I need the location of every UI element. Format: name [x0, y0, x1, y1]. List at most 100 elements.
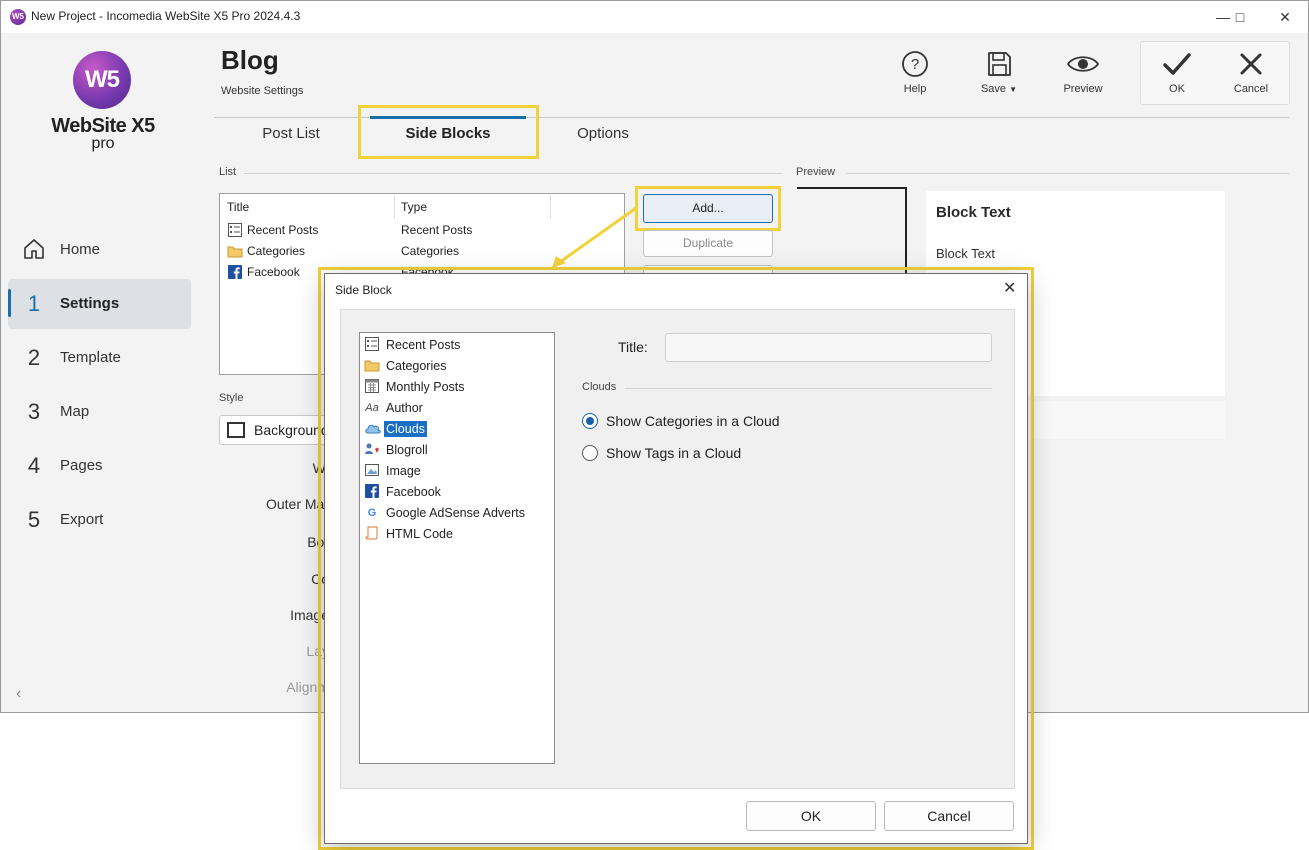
folder-icon — [364, 358, 380, 374]
close-window-button[interactable]: ✕ — [1262, 1, 1308, 33]
preview-section-label: Preview — [796, 166, 836, 178]
list-item-label: Blogroll — [386, 443, 428, 457]
show-categories-label[interactable]: Show Categories in a Cloud — [606, 413, 780, 429]
list-section-label: List — [219, 166, 237, 178]
blogroll-icon — [364, 442, 380, 458]
dialog-cancel-button[interactable]: Cancel — [884, 801, 1014, 831]
logo-edition: pro — [91, 135, 115, 152]
title-input[interactable] — [665, 333, 992, 362]
row-type: Categories — [401, 244, 460, 258]
cancel-x-icon — [1240, 53, 1262, 75]
image-icon — [364, 463, 380, 479]
list-item[interactable]: Recent Posts — [364, 337, 462, 357]
row-type: Recent Posts — [401, 223, 473, 237]
page-title: Blog — [221, 45, 279, 75]
nav-item-map[interactable]: 3 Map — [8, 387, 191, 437]
eye-icon — [1066, 56, 1100, 72]
help-button[interactable]: ? Help — [880, 47, 950, 95]
tab-post-list[interactable]: Post List — [241, 125, 341, 142]
home-icon — [24, 239, 44, 259]
side-block-dialog: Side Block ✕ Recent Posts Categories Mon… — [324, 273, 1028, 844]
nav-label-pages: Pages — [60, 457, 103, 474]
row-title: Categories — [247, 244, 306, 258]
preview-button[interactable]: Preview — [1048, 47, 1118, 95]
list-item-label: Recent Posts — [386, 338, 461, 352]
nav-number: 3 — [27, 399, 41, 424]
clouds-section-label: Clouds — [582, 381, 617, 393]
add-button-callout — [635, 186, 781, 231]
save-label: Save — [980, 83, 1007, 95]
list-item-label: Categories — [386, 359, 447, 373]
nav-item-export[interactable]: 5 Export — [8, 495, 191, 545]
list-item[interactable]: Categories — [364, 358, 448, 378]
block-type-list[interactable]: Recent Posts Categories Monthly Posts Aa… — [359, 332, 555, 764]
section-divider — [244, 173, 782, 174]
list-item-label: Image — [386, 464, 421, 478]
show-tags-label[interactable]: Show Tags in a Cloud — [606, 445, 741, 461]
dialog-close-icon[interactable]: ✕ — [1003, 278, 1016, 298]
nav-label-home: Home — [60, 241, 101, 258]
preview-label: Preview — [1063, 83, 1103, 95]
list-item-label: Monthly Posts — [386, 380, 465, 394]
tab-highlight-callout — [358, 105, 539, 159]
dialog-ok-button[interactable]: OK — [746, 801, 876, 831]
row-title: Recent Posts — [247, 223, 319, 237]
duplicate-button[interactable]: Duplicate — [643, 230, 773, 257]
nav-label-settings: Settings — [60, 295, 120, 312]
collapse-sidebar-icon[interactable]: ‹ — [16, 685, 21, 703]
svg-text:?: ? — [911, 56, 919, 73]
ok-button[interactable]: OK — [1142, 47, 1212, 95]
nav-number: 1 — [27, 291, 41, 316]
nav-item-template[interactable]: 2 Template — [8, 333, 191, 383]
background-dropdown[interactable]: Background — [219, 415, 329, 445]
cancel-label: Cancel — [1233, 83, 1269, 95]
list-item-selected[interactable]: Clouds — [364, 421, 427, 441]
style-field-label: Alignm — [286, 679, 329, 695]
row-title: Facebook — [247, 265, 300, 279]
tab-options[interactable]: Options — [553, 125, 653, 142]
folder-icon — [227, 246, 243, 258]
nav-item-settings[interactable]: 1 Settings — [8, 279, 191, 329]
style-section-label: Style — [219, 392, 244, 404]
list-row[interactable]: Categories Categories — [227, 244, 617, 264]
maximize-button[interactable]: □ — [1217, 1, 1263, 33]
list-item[interactable]: Monthly Posts — [364, 379, 467, 399]
nav-item-home[interactable]: Home — [8, 225, 191, 275]
preview-frame — [797, 187, 907, 277]
list-item-label: Facebook — [386, 485, 441, 499]
list-item[interactable]: Facebook — [364, 484, 443, 504]
recent-posts-icon — [228, 223, 242, 237]
font-author-icon: Aa — [365, 402, 379, 414]
window-title: New Project - Incomedia WebSite X5 Pro 2… — [31, 9, 301, 23]
checkmark-icon — [1163, 53, 1191, 75]
style-field-label: Co — [311, 571, 329, 587]
ok-label: OK — [1169, 83, 1185, 95]
nav-number: 5 — [27, 507, 41, 532]
show-tags-radio[interactable] — [582, 445, 598, 461]
help-label: Help — [903, 83, 927, 95]
nav-number: 2 — [27, 345, 41, 370]
list-row[interactable]: Recent Posts Recent Posts — [227, 223, 617, 243]
style-field-label: Bor — [307, 534, 329, 550]
html-code-icon — [364, 526, 380, 542]
nav-item-pages[interactable]: 4 Pages — [8, 441, 191, 491]
list-item-label: HTML Code — [386, 527, 453, 541]
list-item[interactable]: Aa Author — [364, 400, 425, 420]
nav-label-map: Map — [60, 403, 90, 420]
list-item[interactable]: G Google AdSense Adverts — [364, 505, 527, 525]
column-divider — [550, 195, 551, 219]
list-item-label: Author — [386, 401, 423, 415]
column-header-title[interactable]: Title — [227, 200, 249, 214]
calendar-icon — [364, 379, 380, 395]
list-item[interactable]: Blogroll — [364, 442, 430, 462]
style-field-label: Wi — [312, 460, 329, 476]
dialog-title: Side Block — [335, 283, 392, 297]
cancel-button[interactable]: Cancel — [1216, 47, 1286, 95]
list-item[interactable]: Image — [364, 463, 423, 483]
show-categories-radio[interactable] — [582, 413, 598, 429]
nav-label-template: Template — [60, 349, 121, 366]
preview-block-title: Block Text — [936, 204, 1011, 221]
column-header-type[interactable]: Type — [401, 200, 427, 214]
save-button[interactable]: Save ▼ — [964, 47, 1034, 95]
list-item[interactable]: HTML Code — [364, 526, 455, 546]
